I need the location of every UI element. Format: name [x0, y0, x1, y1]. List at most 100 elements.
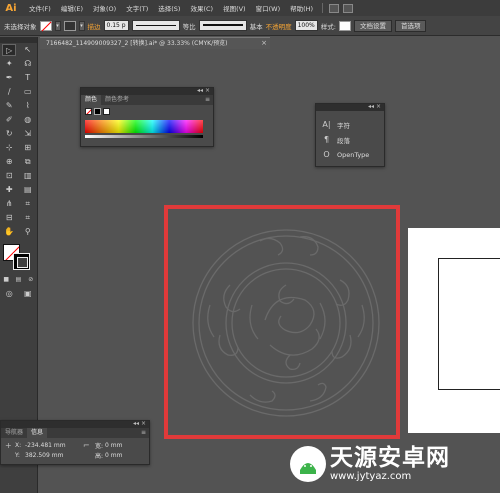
- collapse-icon[interactable]: ◂◂ ×: [133, 420, 146, 427]
- magic-wand-tool-icon[interactable]: ✦: [2, 58, 16, 70]
- hand-tool-icon[interactable]: ✋: [2, 226, 16, 238]
- highlight-rectangle: [164, 205, 400, 439]
- white-swatch[interactable]: [103, 108, 110, 115]
- document-setup-button[interactable]: 文档设置: [353, 19, 392, 32]
- character-icon: A|: [322, 120, 331, 129]
- menu-view[interactable]: 视图(V): [218, 3, 251, 13]
- dimensions-icon: ⌐: [83, 440, 90, 450]
- perspective-grid-tool-icon[interactable]: ⧉: [21, 156, 35, 168]
- stroke-weight-field[interactable]: 0.15 p: [103, 20, 129, 31]
- style-label: 样式:: [320, 22, 336, 31]
- close-icon[interactable]: ×: [261, 38, 267, 49]
- info-panel: ◂◂ × 导航器 信息 ≡ + X: -234.481 mm ⌐ 宽: 0 mm…: [0, 420, 150, 465]
- eraser-tool-icon[interactable]: ◍: [21, 114, 35, 126]
- eyedropper-tool-icon[interactable]: ✚: [2, 184, 16, 196]
- symbol-sprayer-tool-icon[interactable]: ⋔: [2, 198, 16, 210]
- menu-help[interactable]: 帮助(H): [285, 3, 318, 13]
- profile-label: 等比: [182, 22, 196, 31]
- gradient-mode-icon[interactable]: ▤: [12, 274, 24, 286]
- opentype-label: OpenType: [337, 150, 370, 159]
- column-graph-tool-icon[interactable]: ⌗: [21, 198, 35, 210]
- menu-type[interactable]: 文字(T): [121, 3, 153, 13]
- stroke-label[interactable]: 描边: [88, 21, 101, 31]
- rectangle-tool-icon[interactable]: ▭: [21, 86, 35, 98]
- menu-file[interactable]: 文件(F): [24, 3, 56, 13]
- stroke-swatch[interactable]: [63, 20, 76, 31]
- collapse-icon[interactable]: ◂◂ ×: [368, 103, 381, 110]
- tab-color[interactable]: 颜色: [81, 95, 102, 105]
- watermark-url: www.jytyaz.com: [330, 471, 412, 482]
- paintbrush-tool-icon[interactable]: ✎: [2, 100, 16, 112]
- blob-brush-tool-icon[interactable]: ✐: [2, 114, 16, 126]
- opentype-icon: O: [323, 150, 330, 159]
- zoom-tool-icon[interactable]: ⚲: [21, 226, 35, 238]
- selection-tool-icon[interactable]: ▷: [2, 44, 17, 56]
- color-spectrum[interactable]: [85, 120, 203, 133]
- stroke-dropdown-icon[interactable]: ▾: [78, 20, 85, 31]
- black-swatch[interactable]: [94, 108, 101, 115]
- lasso-tool-icon[interactable]: ☊: [21, 58, 35, 70]
- selection-status: 未选择对象: [4, 22, 37, 31]
- panel-menu-icon[interactable]: ≡: [141, 428, 146, 438]
- opentype-panel-item[interactable]: O OpenType: [316, 147, 384, 162]
- color-mode-icon[interactable]: ■: [0, 274, 12, 286]
- paragraph-panel-item[interactable]: ¶ 段落: [316, 132, 384, 147]
- menu-effect[interactable]: 效果(C): [185, 3, 218, 13]
- menu-window[interactable]: 窗口(W): [251, 3, 286, 13]
- paragraph-icon: ¶: [323, 135, 330, 144]
- scale-tool-icon[interactable]: ⇲: [21, 128, 35, 140]
- y-label: Y:: [15, 451, 20, 459]
- type-panel: ◂◂ × A| 字符 ¶ 段落 O OpenType: [315, 103, 385, 167]
- tab-navigator[interactable]: 导航器: [1, 428, 27, 438]
- slice-tool-icon[interactable]: ⌗: [21, 212, 35, 224]
- opacity-field[interactable]: 100%: [294, 20, 318, 31]
- opacity-label[interactable]: 不透明度: [266, 21, 292, 31]
- variable-width-profile[interactable]: [131, 20, 180, 31]
- screen-mode-icon[interactable]: ▣: [21, 288, 35, 300]
- graph-tool-icon[interactable]: ▤: [21, 184, 35, 196]
- x-label: X:: [15, 441, 22, 449]
- menu-edit[interactable]: 编辑(E): [56, 3, 88, 13]
- tab-info[interactable]: 信息: [27, 428, 48, 438]
- width-tool-icon[interactable]: ⊹: [2, 142, 16, 154]
- artboard-tool-icon[interactable]: ⊟: [2, 212, 16, 224]
- collapse-icon[interactable]: ◂◂ ×: [197, 87, 210, 94]
- panel-header[interactable]: ◂◂ ×: [81, 87, 213, 95]
- direct-selection-tool-icon[interactable]: ↖: [21, 44, 35, 56]
- free-transform-tool-icon[interactable]: ⊞: [21, 142, 35, 154]
- preferences-button[interactable]: 首选项: [394, 19, 427, 32]
- none-swatch[interactable]: [85, 108, 92, 115]
- grayscale-ramp[interactable]: [85, 135, 203, 138]
- fill-dropdown-icon[interactable]: ▾: [54, 20, 61, 31]
- panel-header[interactable]: ◂◂ ×: [1, 420, 149, 428]
- panel-header[interactable]: ◂◂ ×: [316, 103, 384, 111]
- mesh-tool-icon[interactable]: ⊡: [2, 170, 16, 182]
- panel-menu-icon[interactable]: ≡: [205, 95, 210, 105]
- shape-builder-tool-icon[interactable]: ⊕: [2, 156, 16, 168]
- rotate-tool-icon[interactable]: ↻: [2, 128, 16, 140]
- crosshair-icon: +: [5, 440, 12, 450]
- fill-swatch[interactable]: [39, 20, 52, 31]
- character-panel-item[interactable]: A| 字符: [316, 117, 384, 132]
- app-logo: Ai: [5, 2, 17, 14]
- arrange-documents-icon[interactable]: [343, 3, 354, 13]
- y-value: 382.509 mm: [25, 451, 64, 459]
- gradient-tool-icon[interactable]: ▥: [21, 170, 35, 182]
- none-mode-icon[interactable]: ⊘: [25, 274, 37, 286]
- pencil-tool-icon[interactable]: ⌇: [21, 100, 35, 112]
- draw-mode-icon[interactable]: ◎: [2, 288, 16, 300]
- artboard[interactable]: [408, 228, 500, 433]
- fill-stroke-control[interactable]: [0, 241, 37, 273]
- type-tool-icon[interactable]: T: [21, 72, 35, 84]
- style-swatch[interactable]: [338, 20, 351, 31]
- document-tab[interactable]: 7166482_114909009327_2 [转换].ai* @ 33.33%…: [40, 37, 270, 49]
- menu-object[interactable]: 对象(O): [88, 3, 121, 13]
- pen-tool-icon[interactable]: ✒: [2, 72, 16, 84]
- brush-definition[interactable]: [198, 20, 247, 31]
- tab-color-guide[interactable]: 颜色参考: [101, 95, 133, 105]
- menu-select[interactable]: 选择(S): [153, 3, 185, 13]
- line-tool-icon[interactable]: ∕: [2, 86, 16, 98]
- bridge-icon[interactable]: [329, 3, 340, 13]
- stroke-icon[interactable]: [13, 253, 30, 270]
- height-label: 高:: [95, 452, 104, 460]
